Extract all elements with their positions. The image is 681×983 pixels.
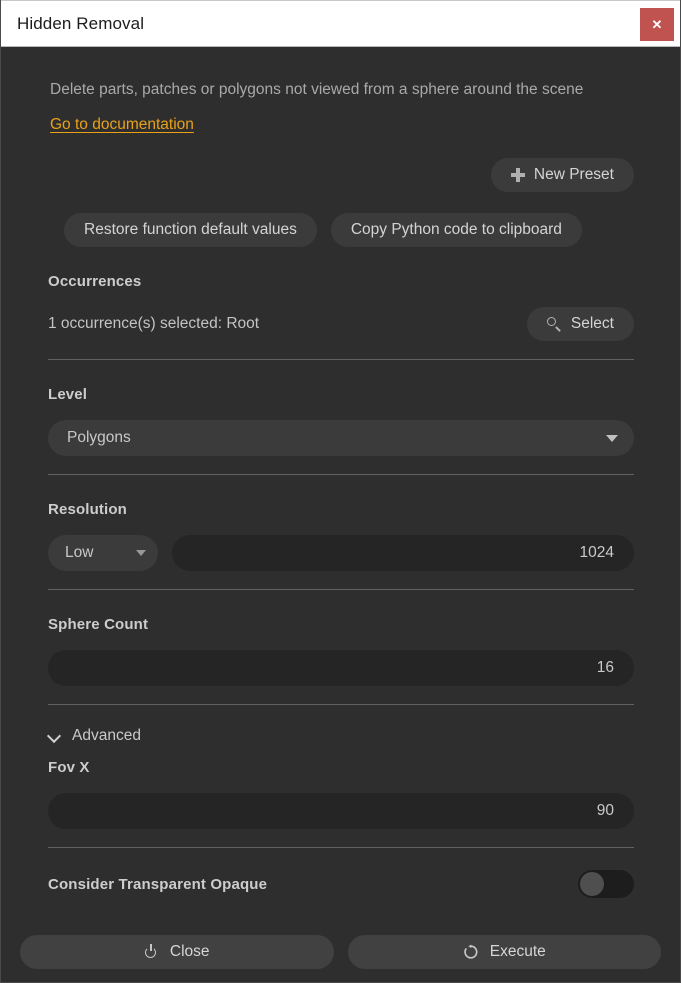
close-button[interactable]: Close	[20, 935, 334, 969]
resolution-row: Low 1024	[48, 535, 634, 571]
dialog-content: Delete parts, patches or polygons not vi…	[1, 47, 680, 921]
function-actions-row: Restore function default values Copy Pyt…	[64, 213, 634, 247]
window-title: Hidden Removal	[17, 14, 144, 34]
divider	[48, 474, 634, 475]
advanced-label: Advanced	[72, 727, 141, 745]
close-window-button[interactable]: ✕	[640, 8, 674, 41]
plus-icon	[511, 168, 525, 182]
sphere-count-section: Sphere Count 16	[48, 616, 634, 705]
power-icon	[144, 944, 159, 959]
consider-transparent-opaque-row: Consider Transparent Opaque	[48, 870, 634, 900]
fov-x-input[interactable]: 90	[48, 793, 634, 829]
preset-row: New Preset	[48, 158, 634, 192]
title-bar: Hidden Removal ✕	[1, 0, 680, 47]
execute-button-label: Execute	[490, 943, 546, 961]
refresh-icon	[463, 944, 479, 960]
advanced-disclosure[interactable]: Advanced	[48, 727, 634, 745]
level-section: Level Polygons	[48, 386, 634, 475]
resolution-value-input[interactable]: 1024	[172, 535, 634, 571]
chevron-down-icon	[136, 550, 146, 556]
chevron-down-icon	[48, 730, 60, 742]
occurrences-row: 1 occurrence(s) selected: Root Select	[48, 307, 634, 341]
hidden-removal-dialog: Hidden Removal ✕ Delete parts, patches o…	[0, 0, 681, 983]
sphere-count-title: Sphere Count	[48, 616, 634, 633]
new-preset-label: New Preset	[534, 166, 614, 184]
consider-transparent-opaque-toggle[interactable]	[578, 870, 634, 898]
level-value: Polygons	[67, 429, 131, 447]
resolution-section: Resolution Low 1024	[48, 501, 634, 590]
level-dropdown[interactable]: Polygons	[48, 420, 634, 456]
resolution-preset-dropdown[interactable]: Low	[48, 535, 158, 571]
divider	[48, 589, 634, 590]
new-preset-button[interactable]: New Preset	[491, 158, 634, 192]
dialog-footer: Close Execute	[1, 921, 680, 982]
restore-defaults-button[interactable]: Restore function default values	[64, 213, 317, 247]
level-title: Level	[48, 386, 634, 403]
resolution-title: Resolution	[48, 501, 634, 518]
occurrences-title: Occurrences	[48, 273, 634, 290]
fov-x-section: Fov X 90	[48, 759, 634, 848]
select-button-label: Select	[571, 315, 614, 333]
occurrences-selection-text: 1 occurrence(s) selected: Root	[48, 315, 259, 333]
divider	[48, 704, 634, 705]
fov-x-title: Fov X	[48, 759, 634, 776]
close-button-label: Close	[170, 943, 210, 961]
documentation-link[interactable]: Go to documentation	[50, 116, 194, 134]
execute-button[interactable]: Execute	[348, 935, 662, 969]
function-description: Delete parts, patches or polygons not vi…	[50, 77, 610, 102]
sphere-count-input[interactable]: 16	[48, 650, 634, 686]
toggle-knob	[580, 872, 604, 896]
resolution-preset-value: Low	[65, 544, 93, 562]
divider	[48, 847, 634, 848]
divider	[48, 359, 634, 360]
select-occurrences-button[interactable]: Select	[527, 307, 634, 341]
search-icon	[547, 317, 562, 332]
chevron-down-icon	[606, 435, 618, 442]
consider-transparent-opaque-label: Consider Transparent Opaque	[48, 876, 267, 893]
occurrences-section: Occurrences 1 occurrence(s) selected: Ro…	[48, 273, 634, 360]
copy-python-button[interactable]: Copy Python code to clipboard	[331, 213, 582, 247]
